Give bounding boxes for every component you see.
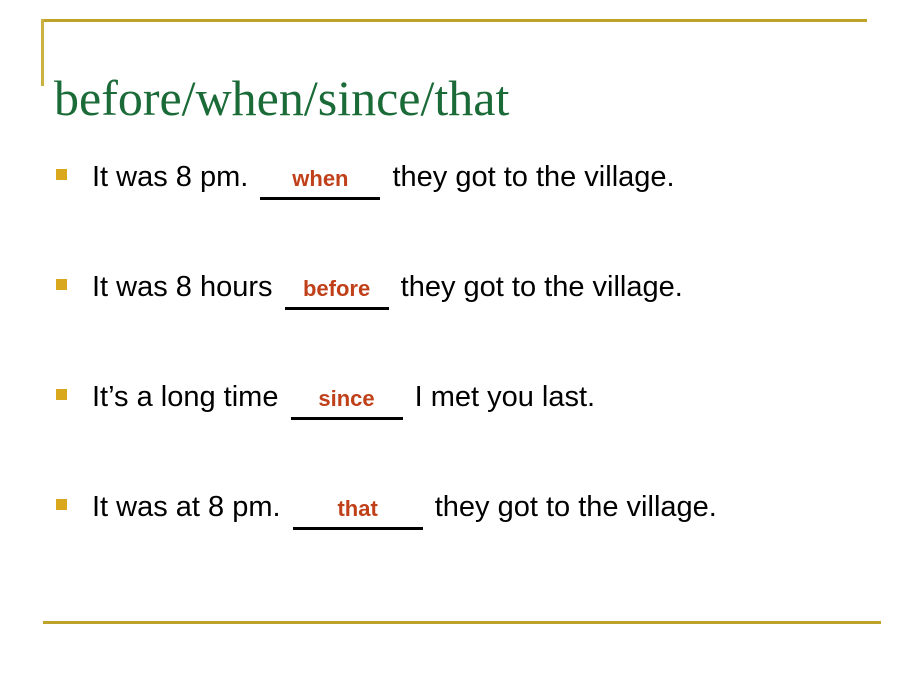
footer-rule bbox=[43, 621, 881, 624]
blank-answer-when: when bbox=[260, 164, 381, 200]
sentence-prefix: It was 8 hours bbox=[92, 271, 273, 303]
sentence-suffix: they got to the village. bbox=[392, 161, 675, 193]
bullet-sentence: It’s a long time since I met you last. bbox=[92, 380, 906, 420]
sentence-prefix: It’s a long time bbox=[92, 381, 279, 413]
title-left-rule bbox=[41, 19, 44, 86]
sentence-suffix: they got to the village. bbox=[434, 491, 717, 523]
bullet-sentence: It was 8 hours before they got to the vi… bbox=[92, 270, 906, 310]
title-top-rule bbox=[41, 19, 867, 22]
list-item: It’s a long time since I met you last. bbox=[56, 380, 906, 490]
bullet-list: It was 8 pm. when they got to the villag… bbox=[56, 160, 906, 600]
blank-answer-before: before bbox=[284, 274, 389, 310]
bullet-sentence: It was 8 pm. when they got to the villag… bbox=[92, 160, 906, 200]
page-title: before/when/since/that bbox=[54, 69, 510, 126]
blank-answer-that: that bbox=[292, 494, 423, 530]
square-bullet-icon bbox=[56, 499, 67, 510]
list-item: It was 8 hours before they got to the vi… bbox=[56, 270, 906, 380]
slide-canvas: before/when/since/that It was 8 pm. when… bbox=[0, 0, 920, 690]
bullet-sentence: It was at 8 pm. that they got to the vil… bbox=[92, 490, 906, 530]
sentence-suffix: they got to the village. bbox=[400, 271, 683, 303]
list-item: It was 8 pm. when they got to the villag… bbox=[56, 160, 906, 270]
sentence-prefix: It was 8 pm. bbox=[92, 161, 249, 193]
blank-answer-since: since bbox=[290, 384, 403, 420]
square-bullet-icon bbox=[56, 279, 67, 290]
sentence-suffix: I met you last. bbox=[414, 381, 596, 413]
square-bullet-icon bbox=[56, 169, 67, 180]
list-item: It was at 8 pm. that they got to the vil… bbox=[56, 490, 906, 600]
sentence-prefix: It was at 8 pm. bbox=[92, 491, 281, 523]
square-bullet-icon bbox=[56, 389, 67, 400]
